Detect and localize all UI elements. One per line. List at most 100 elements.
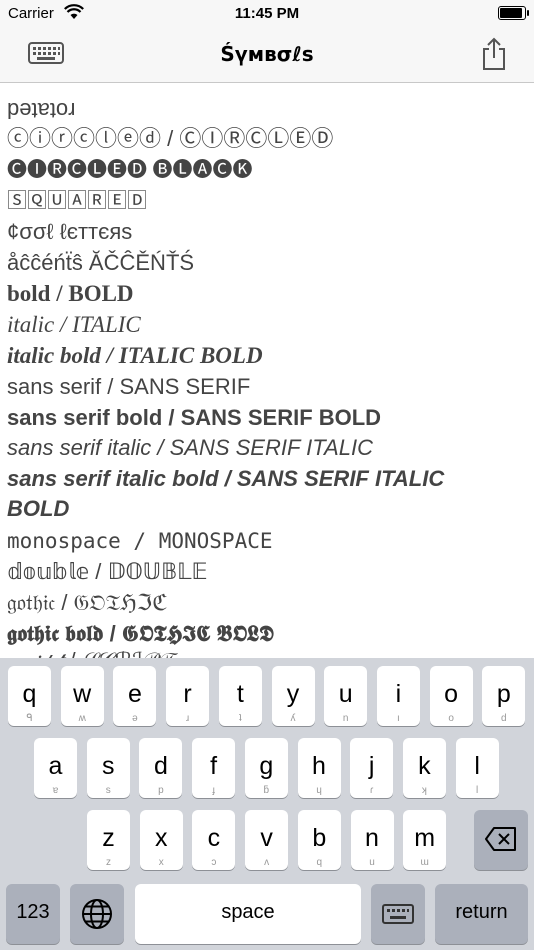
key-sublabel: n xyxy=(342,713,349,724)
key-sublabel: q xyxy=(316,857,323,868)
key-u[interactable]: un xyxy=(324,666,368,726)
key-sublabel: l xyxy=(475,785,479,796)
list-item-sans-serif-italic-bold-wrap[interactable]: BOLD xyxy=(7,494,69,524)
list-item-circled-black[interactable]: 🅒🅘🅡🅒🅛🅔🅓 🅑🅛🅐🅒🅚 xyxy=(7,155,253,185)
key-s[interactable]: ss xyxy=(86,738,130,798)
list-item-bold[interactable]: bold / BOLD xyxy=(7,279,134,309)
rotated-text: rotated xyxy=(7,98,76,123)
list-item-sans-serif[interactable]: sans serif / SANS SERIF xyxy=(7,372,250,402)
key-label: l xyxy=(474,752,480,780)
list-item-sans-serif-italic[interactable]: sans serif italic / SANS SERIF ITALIC xyxy=(7,433,373,463)
list-item-sans-serif-italic-bold[interactable]: sans serif italic bold / SANS SERIF ITAL… xyxy=(7,464,444,494)
key-sublabel: ʍ xyxy=(78,713,86,724)
battery-level xyxy=(500,8,522,18)
key-x[interactable]: xx xyxy=(139,810,183,870)
return-key[interactable]: return xyxy=(435,884,528,944)
key-label: k xyxy=(418,752,431,780)
key-t[interactable]: tʇ xyxy=(218,666,262,726)
list-item-rotated[interactable]: rotated xyxy=(7,95,76,125)
list-item-cool-letters[interactable]: ¢σσℓ ℓєттєяѕ xyxy=(7,217,132,247)
key-q[interactable]: qᑫ xyxy=(8,666,51,726)
list-item-script[interactable]: 𝓈𝒸𝓇𝒾𝓅𝓉 / 𝒮𝒞ℛℐ𝒫𝒯 xyxy=(7,646,175,658)
key-label: z xyxy=(102,824,115,852)
key-sublabel: ɾ xyxy=(370,785,374,796)
key-sublabel: ᑫ xyxy=(26,713,33,724)
status-bar: Carrier 11:45 PM xyxy=(0,0,534,28)
key-c[interactable]: cɔ xyxy=(192,810,236,870)
key-b[interactable]: bq xyxy=(297,810,341,870)
space-key[interactable]: space xyxy=(135,884,361,944)
list-item-squared[interactable]: 🅂🅀🅄🄰🅁🄴🄳 xyxy=(7,186,147,216)
key-label: a xyxy=(48,752,63,780)
key-v[interactable]: vʌ xyxy=(245,810,289,870)
key-label: q xyxy=(22,680,37,708)
key-label: u xyxy=(338,680,353,708)
key-z[interactable]: zz xyxy=(87,810,130,870)
key-label: w xyxy=(73,680,92,708)
key-sublabel: ǝ xyxy=(132,713,138,724)
key-a[interactable]: aɐ xyxy=(34,738,77,798)
key-label: d xyxy=(153,752,168,780)
globe-key[interactable] xyxy=(70,884,124,944)
key-label: t xyxy=(236,680,244,708)
key-l[interactable]: ll xyxy=(455,738,499,798)
key-label: m xyxy=(414,824,436,852)
key-sublabel: ɹ xyxy=(185,713,190,724)
key-i[interactable]: iı xyxy=(376,666,420,726)
key-sublabel: ʌ xyxy=(264,857,270,868)
list-item-sans-serif-bold[interactable]: sans serif bold / SANS SERIF BOLD xyxy=(7,403,381,433)
page-title: Śүмвσℓѕ xyxy=(220,42,314,66)
list-item-accents[interactable]: åĉĉéńẗŝ ĂČĈĚŃŤŚ xyxy=(7,248,194,278)
key-label: x xyxy=(154,824,168,852)
key-y[interactable]: yʎ xyxy=(271,666,315,726)
numbers-key[interactable]: 123 xyxy=(6,884,60,944)
delete-key[interactable] xyxy=(474,810,528,870)
key-sublabel: ı xyxy=(397,713,400,724)
key-g[interactable]: gƃ xyxy=(244,738,288,798)
key-sublabel: o xyxy=(448,713,454,724)
key-label: h xyxy=(312,752,326,780)
status-time: 11:45 PM xyxy=(234,5,300,22)
key-p[interactable]: pd xyxy=(482,666,526,726)
key-label: c xyxy=(207,824,221,852)
key-j[interactable]: jɾ xyxy=(350,738,394,798)
key-sublabel: ʞ xyxy=(421,785,427,796)
key-sublabel: ʇ xyxy=(238,713,242,724)
key-r[interactable]: rɹ xyxy=(166,666,210,726)
list-item-italic-bold[interactable]: italic bold / ITALIC BOLD xyxy=(7,341,263,371)
styles-list[interactable]: rotated ⓒⓘⓡⓒⓛⓔⓓ / ⒸⒾⓇⒸⓁⒺⒹ 🅒🅘🅡🅒🅛🅔🅓 🅑🅛🅐🅒🅚 … xyxy=(0,83,534,658)
list-item-gothic-bold[interactable]: 𝖌𝖔𝖙𝖍𝖎𝖈 𝖇𝖔𝖑𝖉 / 𝕲𝕺𝕿𝕳𝕴𝕮 𝕭𝕺𝕷𝕯 xyxy=(7,619,274,649)
share-icon[interactable] xyxy=(480,37,508,76)
list-item-monospace[interactable]: monospace / MONOSPACE xyxy=(7,526,273,556)
key-sublabel: x xyxy=(158,857,164,868)
keyboard-dismiss-key[interactable] xyxy=(371,884,425,944)
key-sublabel: z xyxy=(106,857,111,868)
key-e[interactable]: eǝ xyxy=(113,666,157,726)
key-o[interactable]: oo xyxy=(429,666,473,726)
key-n[interactable]: nu xyxy=(350,810,394,870)
key-label: j xyxy=(368,752,375,780)
key-sublabel: ɯ xyxy=(420,857,429,868)
navigation-bar: Śүмвσℓѕ xyxy=(0,28,534,83)
key-sublabel: ɟ xyxy=(212,785,215,796)
list-item-double[interactable]: 𝕕𝕠𝕦𝕓𝕝𝕖 / 𝔻𝕆𝕌𝔹𝕃𝔼 xyxy=(7,557,208,587)
key-label: g xyxy=(259,752,274,780)
key-k[interactable]: kʞ xyxy=(402,738,446,798)
key-d[interactable]: dp xyxy=(139,738,183,798)
key-sublabel: p xyxy=(158,785,164,796)
key-f[interactable]: fɟ xyxy=(192,738,236,798)
key-label: b xyxy=(312,824,327,852)
key-sublabel: ɥ xyxy=(316,785,322,796)
key-label: o xyxy=(444,680,459,708)
list-item-gothic[interactable]: 𝔤𝔬𝔱𝔥𝔦𝔠 / 𝔊𝔒𝔗ℌℑℭ xyxy=(7,588,168,618)
key-m[interactable]: mɯ xyxy=(403,810,447,870)
key-label: y xyxy=(286,680,300,708)
list-item-circled[interactable]: ⓒⓘⓡⓒⓛⓔⓓ / ⒸⒾⓇⒸⓁⒺⒹ xyxy=(7,124,333,154)
key-label: p xyxy=(496,680,511,708)
key-label: v xyxy=(260,824,273,852)
key-w[interactable]: wʍ xyxy=(60,666,104,726)
key-sublabel: s xyxy=(105,785,111,796)
key-h[interactable]: hɥ xyxy=(297,738,341,798)
key-sublabel: ʎ xyxy=(290,713,296,724)
list-item-italic[interactable]: italic / ITALIC xyxy=(7,310,141,340)
